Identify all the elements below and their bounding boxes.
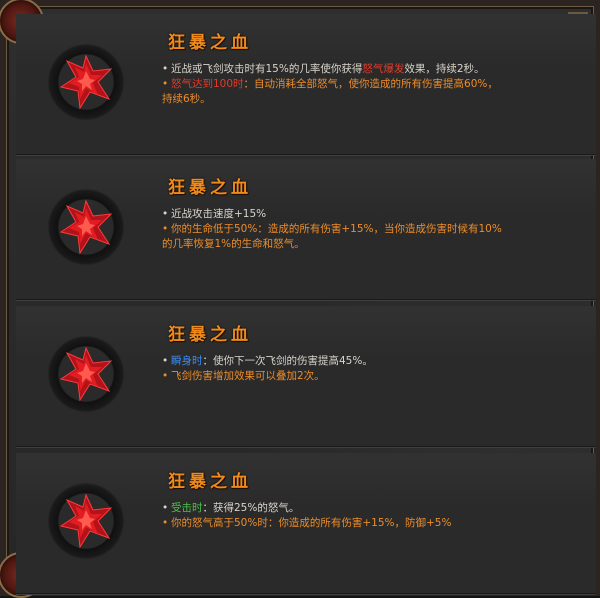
skill-panel-4: 狂暴之血 • 受击时：获得25%的怒气。 • 你的怒气高于50%时：你造成的所有伤害… [16,453,596,595]
description-line: • 怒气达到100时：自动消耗全部怒气，使你造成的所有伤害提高60%， [162,78,498,90]
skill-panel-1: 狂暴之血 • 近战或飞剑攻击时有15%的几率使你获得怒气爆发效果，持续2秒。 • 怒… [16,14,596,156]
skill-icon-slot[interactable] [46,187,126,267]
description-line: • 瞬身时：使你下一次飞剑的伤害提高45%。 [162,355,373,367]
description-line: • 你的怒气高于50%时：你造成的所有伤害+15%，防御+5% [162,517,452,529]
skill-panel-3: 狂暴之血 • 瞬身时：使你下一次飞剑的伤害提高45%。 • 飞剑伤害增加效果可以叠加… [16,306,596,448]
red-crystal-icon [59,493,113,549]
description-line: • 近战攻击速度+15% [162,208,267,220]
skill-description: • 瞬身时：使你下一次飞剑的伤害提高45%。 • 飞剑伤害增加效果可以叠加2次。 [162,354,572,384]
description-line: • 你的生命低于50%：造成的所有伤害+15%，当你造成伤害时候有10% [162,223,502,235]
skill-title: 狂暴之血 [168,178,252,198]
description-line: • 近战或飞剑攻击时有15%的几率使你获得怒气爆发效果，持续2秒。 [162,63,485,75]
description-line: • 飞剑伤害增加效果可以叠加2次。 [162,370,325,382]
red-crystal-icon [59,346,113,402]
red-crystal-icon [59,54,113,110]
skill-icon-slot[interactable] [46,481,126,561]
description-line: 持续6秒。 [162,93,211,105]
skill-description: • 近战攻击速度+15% • 你的生命低于50%：造成的所有伤害+15%，当你造成伤… [162,207,572,252]
skill-icon-slot[interactable] [46,42,126,122]
skill-icon-slot[interactable] [46,334,126,414]
skill-tooltip-frame: 狂暴之血 • 近战或飞剑攻击时有15%的几率使你获得怒气爆发效果，持续2秒。 • 怒… [0,0,600,598]
skill-title: 狂暴之血 [168,33,252,53]
skill-panel-2: 狂暴之血 • 近战攻击速度+15% • 你的生命低于50%：造成的所有伤害+15%，… [16,159,596,301]
skill-title: 狂暴之血 [168,325,252,345]
skill-title: 狂暴之血 [168,472,252,492]
description-line: • 受击时：获得25%的怒气。 [162,502,300,514]
skill-description: • 近战或飞剑攻击时有15%的几率使你获得怒气爆发效果，持续2秒。 • 怒气达到10… [162,62,572,107]
red-crystal-icon [59,199,113,255]
skill-description: • 受击时：获得25%的怒气。 • 你的怒气高于50%时：你造成的所有伤害+15%，… [162,501,572,531]
description-line: 的几率恢复1%的生命和怒气。 [162,238,305,250]
